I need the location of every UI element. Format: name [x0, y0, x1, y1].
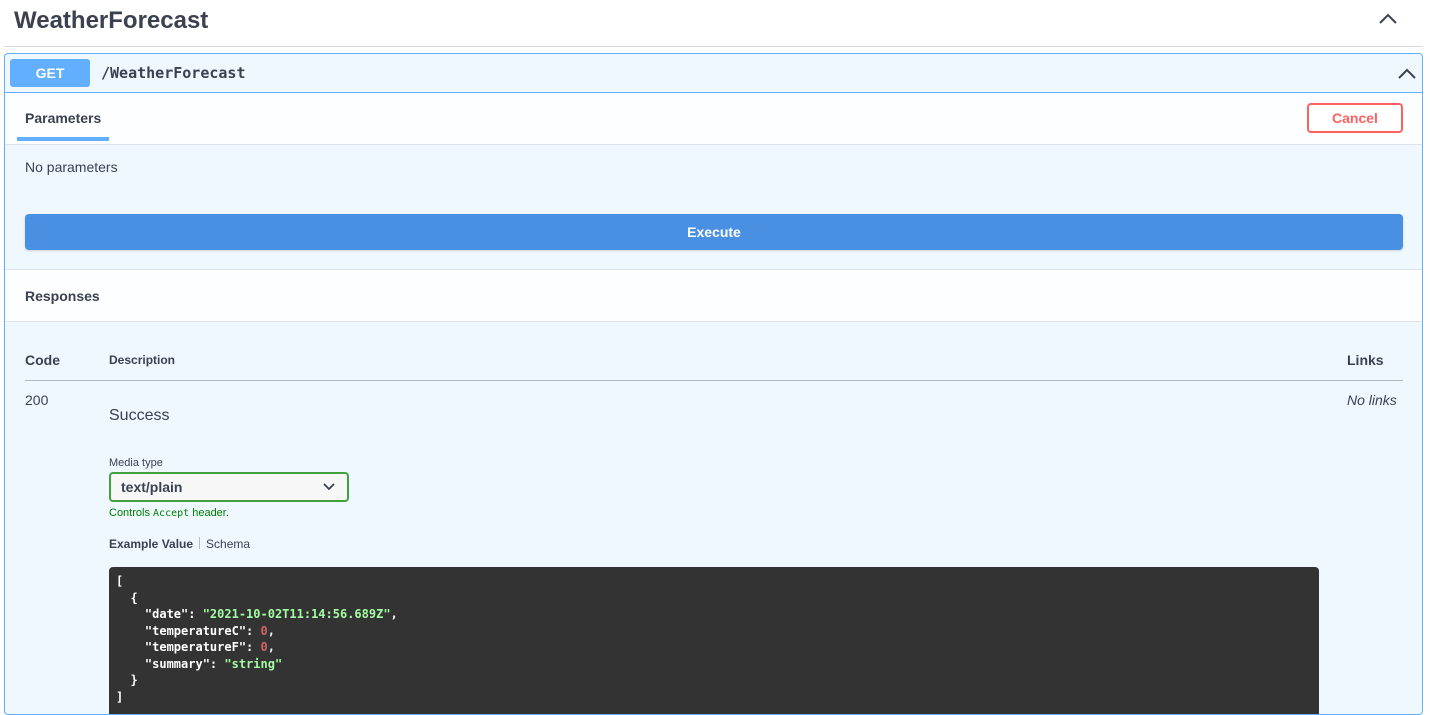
- column-header-description: Description: [109, 353, 176, 367]
- method-badge: GET: [10, 59, 90, 87]
- response-links: No links: [1347, 392, 1397, 408]
- divider: [25, 380, 1403, 381]
- parameters-header: Parameters Cancel: [5, 93, 1422, 145]
- response-code: 200: [25, 392, 49, 408]
- code-line: ]: [116, 689, 124, 704]
- tab-active-indicator: [17, 137, 109, 141]
- example-code-block: [ { "date": "2021-10-02T11:14:56.689Z", …: [109, 567, 1319, 714]
- operation-path: /WeatherForecast: [101, 64, 246, 82]
- response-description: Success: [109, 407, 170, 424]
- tag-title: WeatherForecast: [14, 7, 209, 34]
- operation-summary[interactable]: GET /WeatherForecast: [5, 54, 1422, 93]
- chevron-up-icon[interactable]: [1396, 66, 1418, 82]
- media-type-select[interactable]: text/plain: [109, 472, 349, 502]
- chevron-up-icon[interactable]: [1377, 10, 1399, 28]
- tab-separator: [199, 537, 201, 549]
- tab-schema[interactable]: Schema: [206, 537, 250, 551]
- hint-prefix: Controls: [109, 507, 154, 519]
- code-line: "temperatureC": 0,: [116, 623, 275, 638]
- tag-header[interactable]: WeatherForecast: [4, 0, 1423, 47]
- responses-title: Responses: [25, 288, 100, 304]
- hint-suffix: header.: [189, 507, 229, 519]
- column-header-code: Code: [25, 352, 60, 368]
- tab-example-value[interactable]: Example Value: [109, 537, 193, 551]
- media-type-label: Media type: [109, 457, 163, 469]
- code-line: "summary": "string": [116, 656, 283, 671]
- responses-header: Responses: [5, 269, 1422, 322]
- no-parameters-text: No parameters: [25, 159, 118, 175]
- column-header-links: Links: [1347, 352, 1384, 368]
- hint-code: Accept: [153, 508, 190, 519]
- cancel-button[interactable]: Cancel: [1307, 103, 1403, 133]
- media-type-value: text/plain: [121, 479, 183, 495]
- tab-parameters[interactable]: Parameters: [25, 110, 101, 126]
- operation-block: GET /WeatherForecast Parameters Cancel N…: [4, 53, 1423, 715]
- chevron-down-icon: [323, 483, 335, 491]
- media-type-hint: Controls Accept header.: [109, 507, 229, 519]
- execute-button[interactable]: Execute: [25, 214, 1403, 250]
- code-line: }: [116, 673, 138, 687]
- example-tabs: Example Value Schema: [109, 537, 250, 551]
- code-line: "temperatureF": 0,: [116, 640, 275, 654]
- code-line: [: [116, 574, 124, 588]
- code-line: {: [116, 590, 138, 605]
- code-line: "date": "2021-10-02T11:14:56.689Z",: [116, 607, 398, 621]
